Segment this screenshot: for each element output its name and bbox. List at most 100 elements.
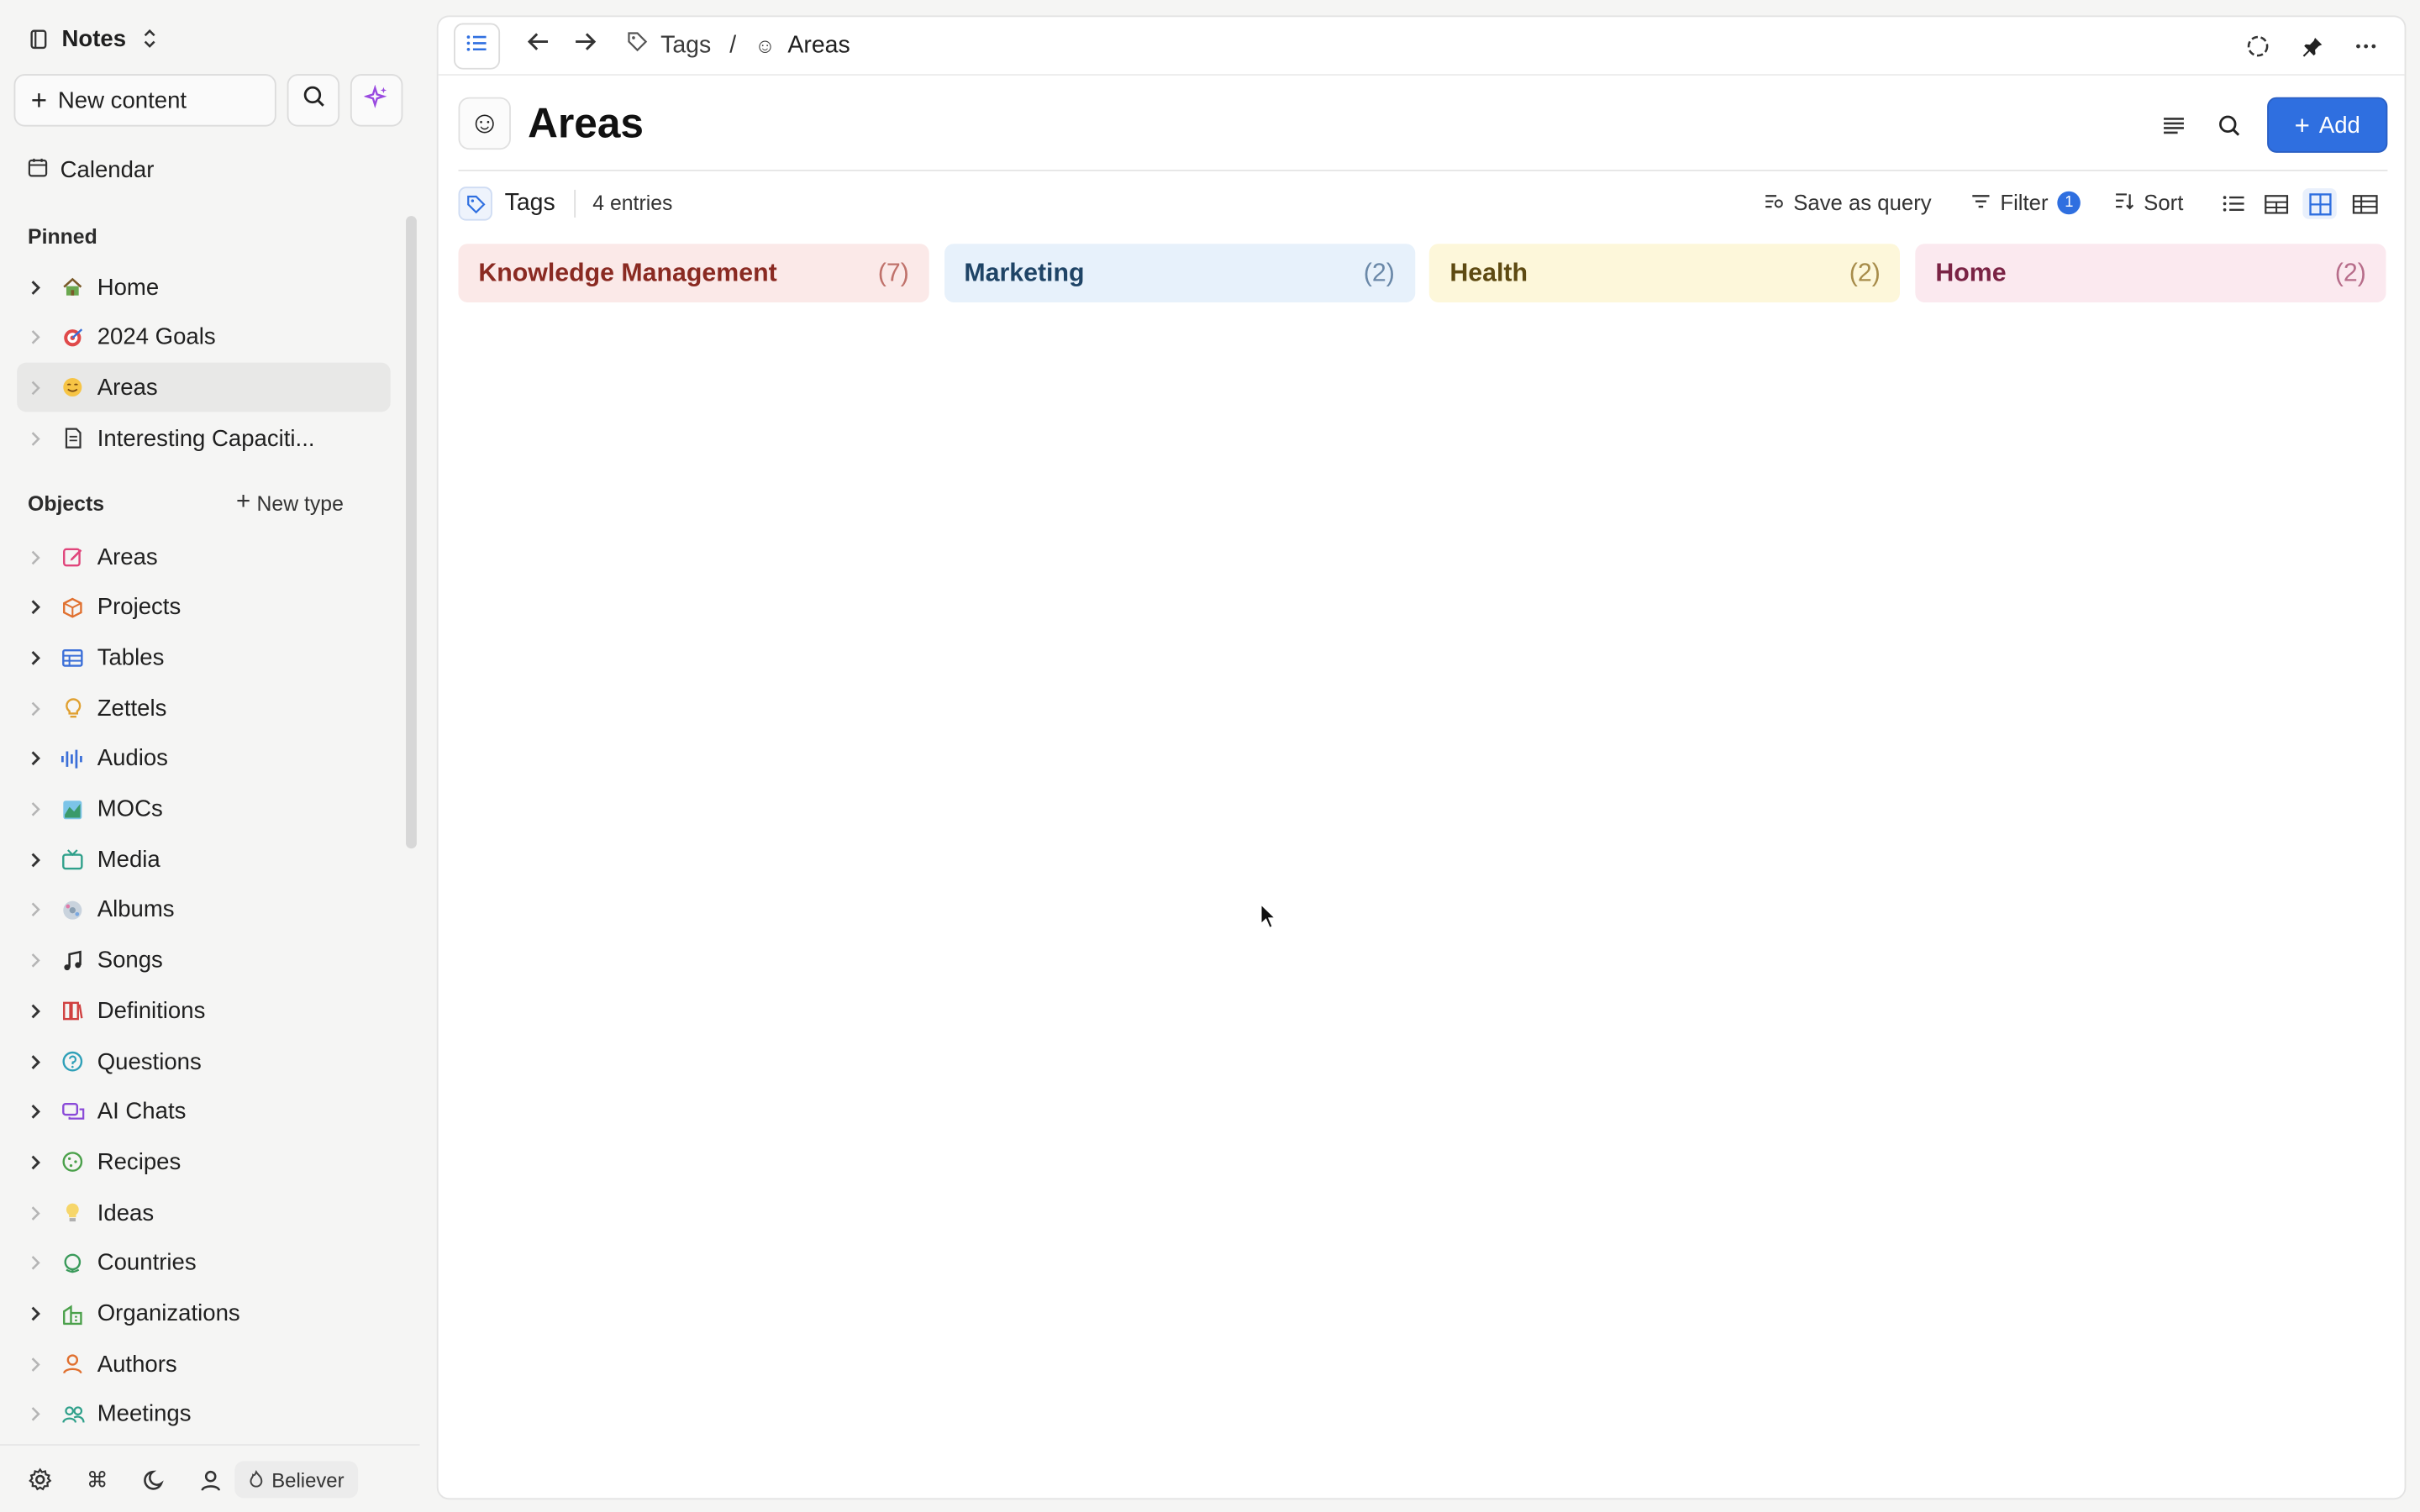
sidebar-scrollbar[interactable] — [406, 216, 417, 849]
sidebar-item-audios[interactable]: Audios — [17, 734, 390, 784]
calendar-link[interactable]: Calendar — [28, 155, 154, 186]
gallery-view-icon[interactable] — [2260, 188, 2293, 219]
chevron-right-icon[interactable] — [17, 901, 54, 918]
tag-card[interactable]: Marketing (2) — [944, 244, 1415, 302]
header-divider — [458, 170, 2388, 171]
chevron-right-icon[interactable] — [17, 700, 54, 717]
sidebar-item-tables[interactable]: Tables — [17, 633, 390, 683]
sidebar-item-areas[interactable]: Areas — [17, 533, 390, 582]
chevron-right-icon[interactable] — [17, 952, 54, 969]
sidebar-item-label: Definitions — [97, 997, 206, 1025]
tag-card[interactable]: Knowledge Management (7) — [458, 244, 929, 302]
sidebar-item-meetings[interactable]: Meetings — [17, 1390, 390, 1440]
person-icon — [60, 1352, 85, 1376]
description-icon[interactable] — [2158, 109, 2189, 140]
chevron-right-icon[interactable] — [17, 1205, 54, 1221]
list-view-icon[interactable] — [2217, 188, 2250, 219]
tag-card[interactable]: Health (2) — [1429, 244, 1901, 302]
chevron-updown-icon — [139, 28, 160, 50]
moon-icon[interactable] — [140, 1466, 168, 1494]
tag-card[interactable]: Home (2) — [1915, 244, 2386, 302]
tag-cards: Knowledge Management (7) Marketing (2) Healt… — [458, 244, 2387, 302]
save-as-query-button[interactable]: Save as query — [1764, 190, 1932, 214]
chevron-right-icon[interactable] — [17, 549, 54, 565]
search-icon[interactable] — [2213, 109, 2244, 140]
chevron-right-icon[interactable] — [17, 1104, 54, 1121]
new-type-button[interactable]: + New type — [236, 490, 344, 515]
sidebar-item-authors[interactable]: Authors — [17, 1340, 390, 1389]
sidebar-item-label: Albums — [97, 896, 175, 924]
search-button[interactable] — [287, 74, 340, 127]
back-arrow-icon[interactable] — [526, 31, 550, 60]
chevron-right-icon[interactable] — [17, 329, 54, 346]
plus-icon: + — [2294, 110, 2310, 140]
source-tab-tags[interactable]: Tags — [458, 186, 555, 221]
music-icon — [60, 948, 85, 973]
sidebar-item-home[interactable]: Home — [17, 262, 390, 312]
plan-badge[interactable]: Believer — [234, 1461, 359, 1499]
chevron-right-icon[interactable] — [17, 599, 54, 616]
settings-icon[interactable] — [26, 1466, 54, 1494]
chevron-right-icon[interactable] — [17, 1255, 54, 1272]
chevron-right-icon[interactable] — [17, 1053, 54, 1070]
grid-view-icon[interactable] — [2302, 188, 2337, 219]
chevron-right-icon[interactable] — [17, 851, 54, 868]
chevron-right-icon[interactable] — [17, 279, 54, 296]
new-content-label: New content — [57, 87, 187, 113]
account-icon[interactable] — [196, 1466, 224, 1494]
sidebar-item-projects[interactable]: Projects — [17, 583, 390, 633]
sidebar-item-label: Areas — [97, 543, 158, 570]
new-content-button[interactable]: + New content — [13, 74, 276, 127]
more-icon[interactable] — [2352, 33, 2380, 60]
toggle-outline-button[interactable] — [453, 23, 501, 70]
workspace-switcher[interactable]: Notes — [28, 18, 160, 59]
sidebar-item-areas[interactable]: Areas — [17, 363, 391, 413]
chevron-right-icon[interactable] — [17, 430, 54, 447]
sidebar-item-label: Interesting Capaciti... — [97, 425, 315, 452]
page-emoji-icon[interactable]: ☺ — [458, 97, 511, 150]
forward-arrow-icon[interactable] — [574, 31, 597, 60]
filter-button[interactable]: Filter 1 — [1970, 190, 2081, 214]
sidebar-item-countries[interactable]: Countries — [17, 1238, 390, 1288]
sort-button[interactable]: Sort — [2114, 190, 2183, 214]
chevron-right-icon[interactable] — [17, 649, 54, 666]
add-button[interactable]: + Add — [2267, 97, 2388, 153]
chevron-right-icon[interactable] — [17, 380, 54, 396]
sidebar-item-mocs[interactable]: MOCs — [17, 785, 390, 834]
chevron-right-icon[interactable] — [17, 1356, 54, 1373]
plus-icon: + — [30, 85, 48, 116]
sidebar-item-ideas[interactable]: Ideas — [17, 1188, 390, 1237]
command-icon[interactable]: ⌘ — [83, 1466, 111, 1494]
sidebar-item-albums[interactable]: Albums — [17, 885, 390, 935]
sync-status-icon[interactable] — [2244, 33, 2272, 60]
chevron-right-icon[interactable] — [17, 1002, 54, 1019]
chevron-right-icon[interactable] — [17, 1305, 54, 1322]
edit-icon — [60, 544, 85, 569]
filter-count-badge: 1 — [2057, 190, 2081, 214]
chevron-right-icon[interactable] — [17, 750, 54, 767]
breadcrumb-tags[interactable]: Tags — [660, 32, 711, 60]
breadcrumb-areas[interactable]: Areas — [787, 32, 850, 60]
entries-count: 4 entries — [592, 191, 673, 215]
sidebar-item-questions[interactable]: Questions — [17, 1037, 390, 1086]
sidebar-item-recipes[interactable]: Recipes — [17, 1137, 390, 1187]
mouse-cursor-icon — [1260, 902, 1278, 929]
table-view-icon[interactable] — [2348, 188, 2381, 219]
sidebar-item-interesting-capaciti[interactable]: Interesting Capaciti... — [17, 413, 390, 463]
chevron-right-icon[interactable] — [17, 1154, 54, 1171]
sidebar-item-media[interactable]: Media — [17, 835, 390, 885]
chevron-right-icon[interactable] — [17, 1406, 54, 1423]
sidebar-item-ai-chats[interactable]: AI Chats — [17, 1087, 390, 1137]
bulb-icon — [60, 1200, 85, 1225]
sidebar-item-2024-goals[interactable]: 2024 Goals — [17, 312, 390, 362]
sidebar-item-label: AI Chats — [97, 1099, 187, 1126]
ai-assistant-button[interactable] — [350, 74, 403, 127]
sidebar-item-zettels[interactable]: Zettels — [17, 684, 390, 733]
page-title[interactable]: Areas — [528, 99, 644, 147]
source-tab-label: Tags — [504, 189, 555, 217]
sidebar-item-songs[interactable]: Songs — [17, 936, 390, 985]
sidebar-item-definitions[interactable]: Definitions — [17, 986, 390, 1036]
sidebar-item-organizations[interactable]: Organizations — [17, 1289, 390, 1339]
pin-icon[interactable] — [2298, 33, 2326, 60]
chevron-right-icon[interactable] — [17, 801, 54, 817]
